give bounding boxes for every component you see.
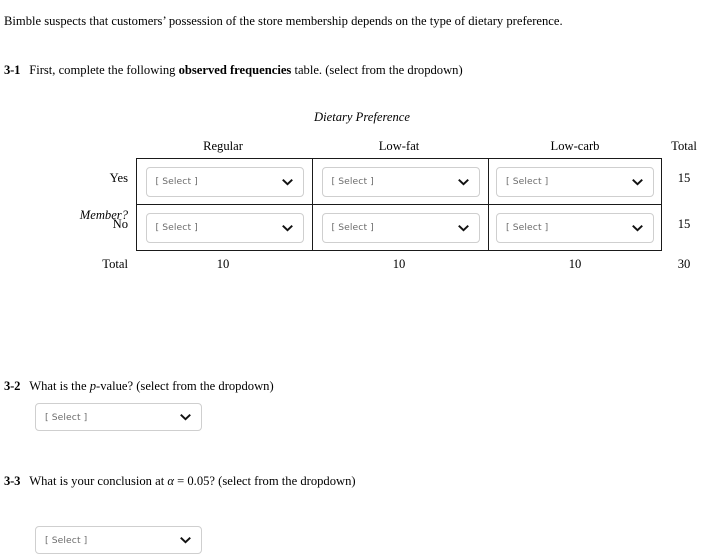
chevron-down-icon bbox=[281, 176, 293, 187]
intro-text: Bimble suspects that customers’ possessi… bbox=[4, 14, 563, 28]
select-no-low-carb[interactable]: [ Select ] bbox=[496, 212, 654, 243]
question-3-2-text-after: -value? (select from the dropdown) bbox=[96, 379, 274, 393]
chevron-down-icon bbox=[180, 535, 191, 546]
select-conclusion[interactable]: [ Select ] bbox=[35, 526, 202, 554]
table-cell-yes-low-fat: [ Select ] bbox=[313, 159, 488, 204]
question-3-1-text-after: table. (select from the dropdown) bbox=[291, 63, 463, 77]
chevron-down-icon bbox=[632, 176, 643, 187]
select-no-low-carb-value: [ Select ] bbox=[506, 222, 549, 233]
observed-frequencies-table: Dietary Preference Regular Low-fat Low-c… bbox=[0, 110, 714, 270]
intro-paragraph: Bimble suspects that customers’ possessi… bbox=[4, 13, 563, 29]
question-3-1-text-before: First, complete the following bbox=[29, 63, 179, 77]
chevron-down-icon bbox=[180, 412, 191, 423]
table-cell-yes-low-carb: [ Select ] bbox=[489, 159, 661, 204]
chevron-down-icon bbox=[281, 222, 293, 233]
question-3-2-number: 3-2 bbox=[4, 379, 21, 393]
column-header-regular: Regular bbox=[203, 139, 243, 153]
grand-total: 30 bbox=[677, 257, 691, 271]
question-3-1-prompt: 3-1 First, complete the following observe… bbox=[4, 62, 463, 78]
select-no-regular[interactable]: [ Select ] bbox=[145, 212, 304, 243]
row-label-yes: Yes bbox=[109, 171, 128, 185]
column-total-low-carb: 10 bbox=[568, 257, 582, 271]
row-total-no: 15 bbox=[677, 217, 691, 231]
select-yes-low-fat[interactable]: [ Select ] bbox=[321, 166, 480, 197]
question-3-2-text-before: What is the bbox=[29, 379, 90, 393]
table-grid: [ Select ] [ Select ] [ Select ] [Selec… bbox=[136, 158, 662, 251]
table-cell-yes-regular: [ Select ] bbox=[137, 159, 312, 204]
question-3-3-number: 3-3 bbox=[4, 474, 21, 488]
column-total-regular: 10 bbox=[216, 257, 230, 271]
chevron-down-icon bbox=[632, 222, 643, 233]
row-total-yes: 15 bbox=[677, 171, 691, 185]
question-3-3-text-before: What is your conclusion at bbox=[29, 474, 168, 488]
select-yes-low-carb[interactable]: [ Select ] bbox=[496, 166, 654, 197]
chevron-down-icon bbox=[457, 222, 469, 233]
table-cell-no-regular: [ Select ] bbox=[137, 205, 312, 250]
select-p-value[interactable]: [ Select ] bbox=[35, 403, 202, 431]
select-no-low-fat[interactable]: [ Select ] bbox=[321, 212, 480, 243]
question-3-3-text-after: = 0.05? (select from the dropdown) bbox=[173, 474, 356, 488]
select-p-value-value: [ Select ] bbox=[45, 411, 88, 423]
select-yes-low-carb-value: [ Select ] bbox=[506, 176, 549, 187]
question-3-3-text-italic: α bbox=[167, 474, 174, 488]
question-3-2-prompt: 3-2 What is the p-value? (select from the… bbox=[4, 378, 274, 394]
column-total-low-fat: 10 bbox=[392, 257, 406, 271]
question-3-3-prompt: 3-3 What is your conclusion at α = 0.05? … bbox=[4, 473, 356, 489]
select-no-regular-value: [ Select ] bbox=[155, 222, 198, 233]
question-3-1-number: 3-1 bbox=[4, 63, 21, 77]
column-header-total: Total bbox=[671, 139, 697, 153]
chevron-down-icon bbox=[457, 176, 469, 187]
select-conclusion-value: [ Select ] bbox=[45, 534, 88, 546]
table-cell-no-low-fat: [ Select ] bbox=[313, 205, 488, 250]
row-label-total: Total bbox=[102, 257, 128, 271]
select-yes-regular[interactable]: [ Select ] bbox=[145, 166, 304, 197]
column-header-low-fat: Low-fat bbox=[378, 139, 420, 153]
select-yes-low-fat-value: [ Select ] bbox=[331, 176, 374, 187]
column-header-low-carb: Low-carb bbox=[550, 139, 600, 153]
table-group-title: Dietary Preference bbox=[314, 110, 410, 124]
select-yes-regular-value: [ Select ] bbox=[155, 176, 198, 187]
table-cell-no-low-carb: [ Select ] bbox=[489, 205, 661, 250]
row-label-no: No bbox=[112, 217, 128, 231]
question-3-1-text-bold: observed frequencies bbox=[178, 63, 292, 77]
select-no-low-fat-value: [ Select ] bbox=[331, 222, 374, 233]
